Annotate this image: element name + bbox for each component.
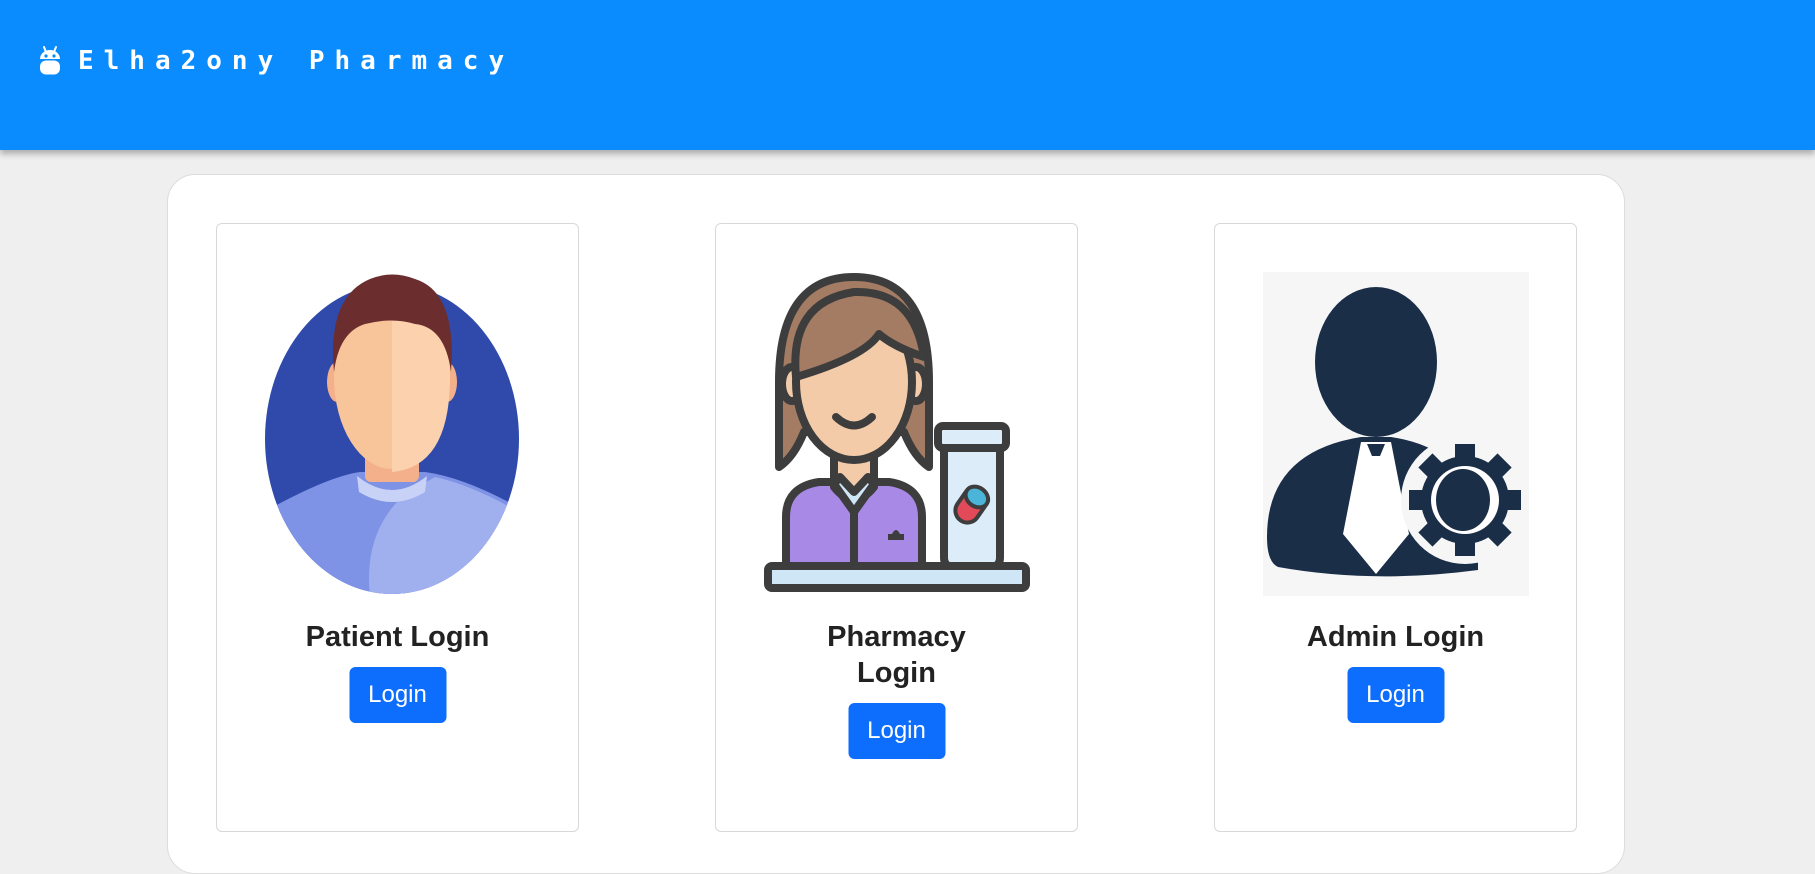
patient-login-title: Patient Login	[305, 621, 490, 653]
top-navbar: Elha2ony Pharmacy	[0, 0, 1815, 150]
login-options-panel: Patient Login Login Pharmacy Login Login…	[167, 174, 1625, 874]
admin-login-button[interactable]: Login	[1347, 667, 1444, 723]
pharmacy-login-button[interactable]: Login	[848, 703, 945, 759]
pharmacist-avatar-icon	[763, 273, 1030, 592]
patient-avatar-icon	[264, 274, 519, 594]
patient-login-button[interactable]: Login	[349, 667, 446, 723]
brand[interactable]: Elha2ony Pharmacy	[36, 44, 514, 78]
pharmacy-login-card: Pharmacy Login Login	[715, 223, 1078, 832]
admin-login-title: Admin Login	[1306, 621, 1485, 653]
patient-login-card: Patient Login Login	[216, 223, 579, 832]
android-icon	[40, 46, 60, 75]
admin-login-card: Admin Login Login	[1214, 223, 1577, 832]
pharmacy-login-title: Pharmacy Login	[827, 621, 966, 689]
brand-name: Elha2ony Pharmacy	[78, 46, 515, 76]
admin-gear-avatar-icon	[1262, 272, 1529, 596]
